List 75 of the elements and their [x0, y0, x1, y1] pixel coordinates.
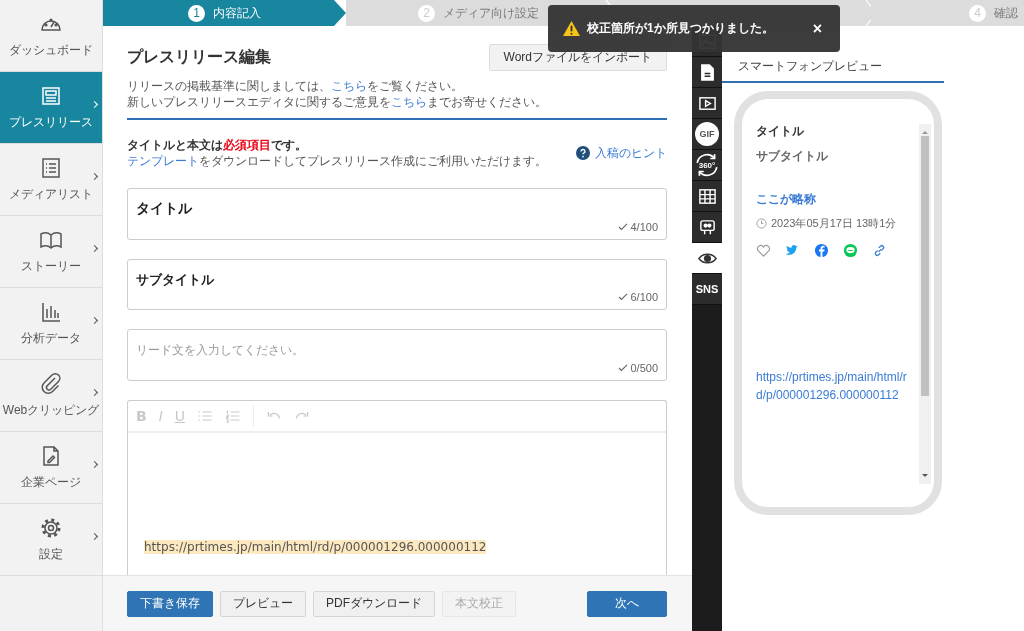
scrollbar[interactable]	[919, 124, 931, 484]
clock-icon	[756, 218, 767, 229]
preview-subtitle: サブタイトル	[756, 148, 829, 165]
newspaper-icon	[39, 84, 63, 108]
step-label: メディア向け設定	[443, 4, 539, 22]
step-label: 確認	[994, 4, 1018, 22]
hint-link[interactable]: 入稿のヒント	[576, 144, 667, 162]
sidebar-label: Webクリッピング	[2, 402, 100, 419]
char-counter: 4/100	[630, 221, 658, 233]
template-note: テンプレート をダウンロードしてプレスリリース作成にご利用いただけます。	[127, 153, 547, 169]
link[interactable]: こちら	[391, 95, 427, 109]
text-field[interactable]: サブタイトル 6/100	[127, 259, 667, 310]
hint-label[interactable]: 入稿のヒント	[595, 144, 667, 162]
chat-bubble-icon[interactable]	[843, 243, 858, 258]
sidebar-item[interactable]: 企業ページ	[0, 432, 102, 504]
document-tool[interactable]	[692, 57, 722, 88]
text-field[interactable]: リード文を入力してください。 0/500	[127, 329, 667, 381]
required-note: タイトルと本文は必須項目です。	[127, 137, 308, 153]
preview-url[interactable]: https://prtimes.jp/main/html/rd/p/000001296.000000112	[756, 368, 908, 404]
company-link[interactable]: ここが略称	[756, 191, 908, 208]
notice-text: 新しいプレスリリースエディタに関するご意見をこちら までお寄せください。	[127, 94, 548, 110]
field-placeholder: リード文を入力してください。	[136, 343, 304, 357]
gear-icon	[39, 516, 63, 540]
sidebar-label: メディアリスト	[9, 186, 93, 203]
link-icon[interactable]	[872, 243, 887, 258]
sidebar-label: ストーリー	[21, 258, 81, 275]
char-counter: 6/100	[630, 291, 658, 303]
sns-tab[interactable]: SNS	[692, 274, 722, 305]
link[interactable]: テンプレート	[127, 154, 199, 168]
table-tool[interactable]	[692, 181, 722, 212]
sidebar-item[interactable]: 分析データ	[0, 288, 102, 360]
sidebar-item[interactable]: プレスリリース	[0, 72, 102, 144]
footer-button[interactable]: PDFダウンロード	[313, 590, 435, 617]
step-number: 1	[188, 4, 205, 22]
sidebar-item[interactable]: Webクリッピング	[0, 360, 102, 432]
check-icon	[618, 223, 629, 231]
sidebar-label: 設定	[39, 546, 63, 563]
preview-heading: スマートフォンプレビュー	[738, 58, 883, 75]
notice-text: リリースの掲載基準に関しましては、こちら をご覧ください。	[127, 78, 464, 94]
close-button[interactable]: ×	[808, 19, 826, 38]
link[interactable]: こちら	[331, 79, 367, 93]
help-icon	[576, 146, 590, 160]
char-counter: 0/500	[630, 362, 658, 374]
sidebar-label: 分析データ	[21, 330, 81, 347]
url-text: https://prtimes.jp/main/html/rd/p/000001296.000000112	[144, 540, 487, 554]
check-icon	[618, 364, 629, 372]
sidebar-label: 企業ページ	[21, 474, 81, 491]
bird-icon[interactable]	[785, 243, 800, 258]
publish-date: 2023年05月17日 13時1分	[771, 216, 897, 231]
sidebar-item[interactable]: ストーリー	[0, 216, 102, 288]
sidebar-item[interactable]: メディアリスト	[0, 144, 102, 216]
table-icon	[697, 186, 717, 206]
heart-icon[interactable]	[756, 243, 771, 258]
list-icon	[39, 156, 63, 180]
field-value: タイトル	[136, 200, 192, 216]
preview-title: タイトル	[756, 123, 805, 140]
embed-icon	[697, 217, 717, 237]
warning-icon	[562, 20, 581, 37]
next-button[interactable]: 次へ	[587, 590, 667, 617]
facebook-icon[interactable]	[814, 243, 829, 258]
embed-tool[interactable]	[692, 212, 722, 243]
page-title: プレスリリース編集	[127, 47, 271, 67]
check-icon	[618, 293, 629, 301]
toast-message: 校正箇所が1か所見つかりました。	[587, 20, 775, 37]
sidebar-label: プレスリリース	[9, 114, 93, 131]
sidebar-item[interactable]: 設定	[0, 504, 102, 576]
field-value: サブタイトル	[136, 272, 214, 287]
step-label: 内容記入	[213, 4, 261, 22]
paperclip-icon	[39, 372, 63, 396]
video-tool[interactable]	[692, 88, 722, 119]
footer-button[interactable]: プレビュー	[220, 590, 306, 617]
sidebar-label: ダッシュボード	[9, 42, 93, 59]
footer-button[interactable]: 下書き保存	[127, 590, 213, 617]
bar-chart-icon	[39, 300, 63, 324]
text-field[interactable]: タイトル 4/100	[127, 188, 667, 240]
